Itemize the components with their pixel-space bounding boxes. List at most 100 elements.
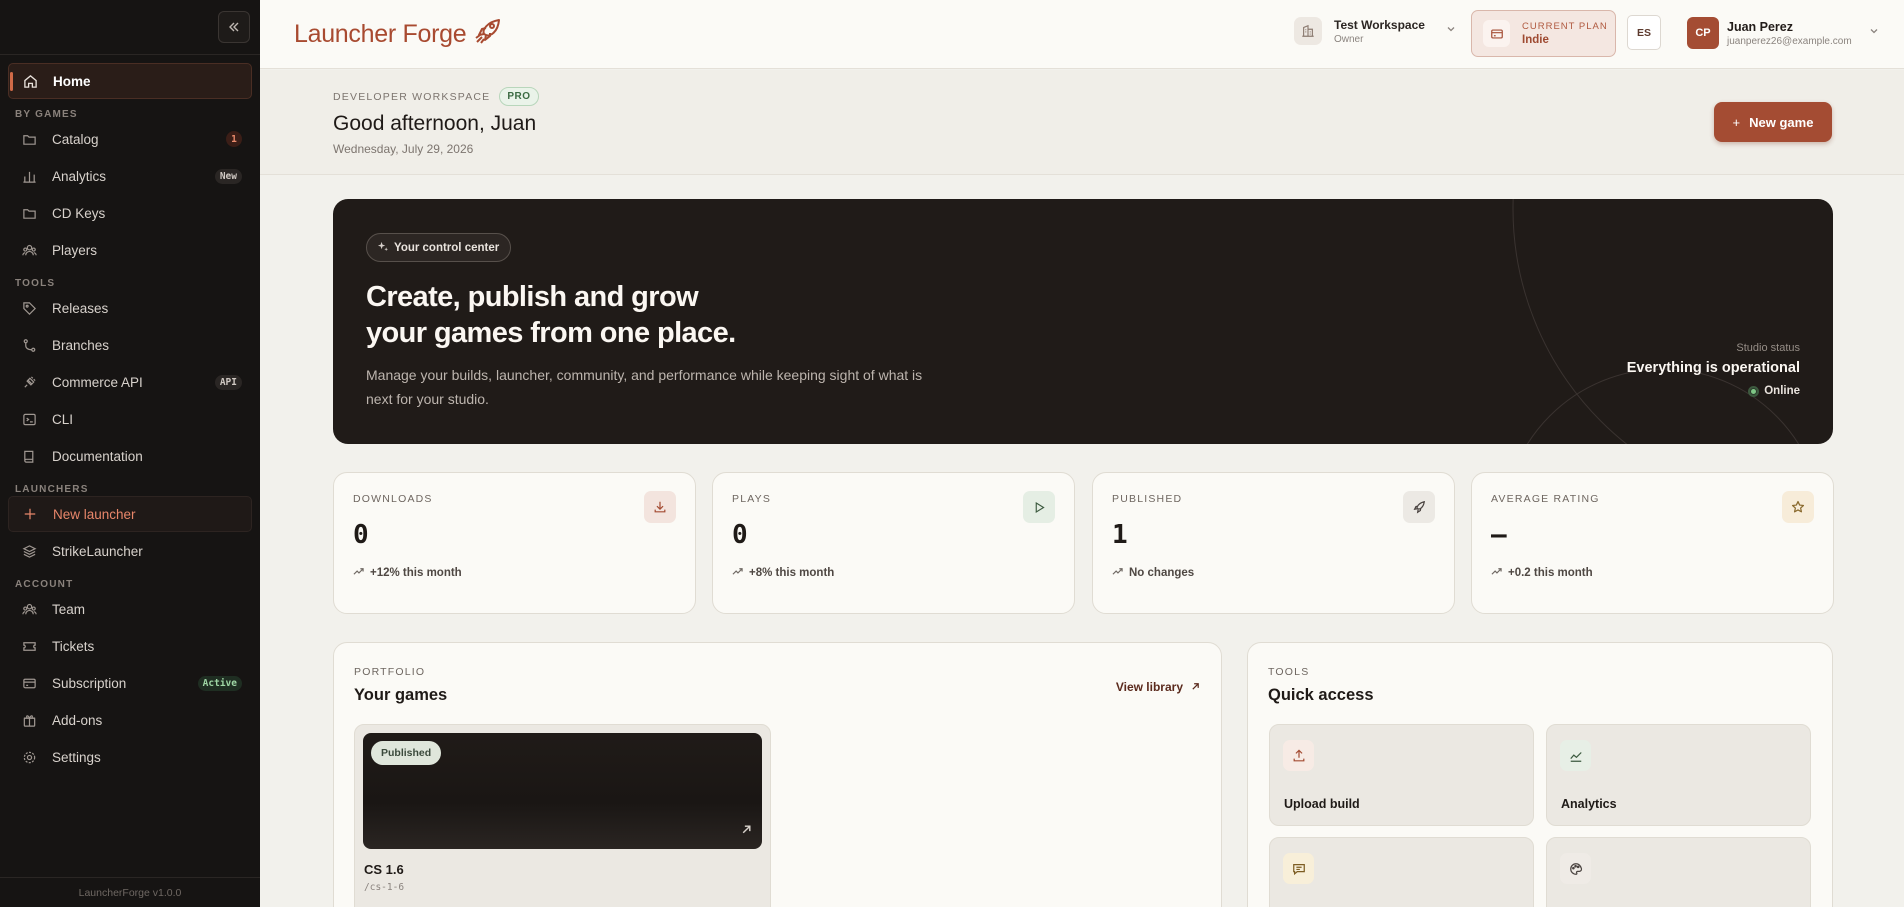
sidebar-item-label: Releases: [52, 300, 109, 316]
sidebar-item-subscription[interactable]: Subscription Active: [8, 665, 252, 701]
sidebar-section-launchers: LAUNCHERS: [15, 484, 89, 495]
arrow-up-right-icon[interactable]: [741, 822, 752, 840]
users-icon: [21, 601, 37, 617]
stat-value: 0: [353, 520, 369, 550]
status-badge: Published: [371, 741, 442, 765]
topbar: Launcher Forge Test Workspace Owner CURR…: [260, 0, 1904, 69]
sparkle-icon: [377, 241, 388, 255]
current-plan-button[interactable]: CURRENT PLAN Indie: [1471, 10, 1616, 57]
git-branch-icon: [21, 337, 37, 353]
control-center-chip: Your control center: [366, 233, 512, 262]
sidebar-item-home[interactable]: Home: [8, 63, 252, 99]
stat-value: —: [1491, 520, 1507, 550]
double-chevron-left-icon: [229, 22, 239, 32]
sidebar-item-settings[interactable]: Settings: [8, 739, 252, 775]
quick-access-upload-build[interactable]: Upload build: [1269, 724, 1534, 826]
quick-access-branding[interactable]: [1546, 837, 1811, 907]
hero-banner: Your control center Create, publish and …: [333, 199, 1833, 444]
new-game-label: New game: [1749, 114, 1814, 130]
sidebar-item-label: New launcher: [53, 506, 136, 522]
workspace-switcher[interactable]: Test Workspace Owner: [1294, 17, 1457, 45]
user-menu[interactable]: CP Juan Perez juanperez26@example.com: [1687, 17, 1880, 49]
chip-label: Your control center: [394, 241, 500, 254]
message-icon: [1283, 853, 1314, 884]
sidebar-item-catalog[interactable]: Catalog 1: [8, 121, 252, 157]
sidebar-item-tickets[interactable]: Tickets: [8, 628, 252, 664]
workspace-name: Test Workspace: [1334, 17, 1425, 32]
chevron-down-icon: [1868, 24, 1880, 42]
sidebar-item-documentation[interactable]: Documentation: [8, 438, 252, 474]
game-name: CS 1.6: [364, 862, 404, 877]
status-value: Everything is operational: [1626, 360, 1800, 376]
sidebar-item-label: StrikeLauncher: [52, 543, 143, 559]
hero-title-line-1: Create, publish and grow: [366, 281, 699, 313]
sidebar-item-label: Tickets: [52, 638, 95, 654]
trending-up-icon: [1112, 566, 1123, 580]
sidebar: Home BY GAMES Catalog 1 Analytics New CD…: [0, 0, 260, 907]
layers-icon: [21, 543, 37, 559]
logo[interactable]: Launcher Forge: [294, 16, 502, 53]
sidebar-item-new-launcher[interactable]: New launcher: [8, 496, 252, 532]
sidebar-item-label: Add-ons: [52, 712, 103, 728]
package-icon: [21, 712, 37, 728]
sidebar-header: [0, 0, 260, 55]
upload-icon: [1283, 740, 1314, 771]
user-name: Juan Perez: [1727, 19, 1794, 34]
quick-access-community[interactable]: [1269, 837, 1534, 907]
api-badge: API: [214, 374, 242, 390]
sidebar-section-tools: TOOLS: [15, 278, 56, 289]
rocket-icon: [1403, 491, 1435, 523]
sidebar-item-add-ons[interactable]: Add-ons: [8, 702, 252, 738]
plan-label: CURRENT PLAN: [1522, 21, 1608, 32]
stat-label: DOWNLOADS: [353, 493, 433, 505]
trending-up-icon: [732, 566, 743, 580]
play-icon: [1023, 491, 1055, 523]
users-icon: [21, 242, 37, 258]
stat-trend: No changes: [1129, 567, 1195, 579]
sidebar-item-analytics[interactable]: Analytics New: [8, 158, 252, 194]
hero-title-line-2: your games from one place.: [366, 317, 736, 349]
sidebar-item-commerce-api[interactable]: Commerce API API: [8, 364, 252, 400]
panel-title: Quick access: [1268, 686, 1374, 704]
stat-label: PLAYS: [732, 493, 772, 505]
stat-card-plays: PLAYS 0 +8% this month: [712, 472, 1075, 614]
new-badge: New: [214, 168, 242, 184]
sidebar-item-branches[interactable]: Branches: [8, 327, 252, 363]
page-header: DEVELOPER WORKSPACE PRO Good afternoon, …: [260, 70, 1904, 175]
panel-eyebrow: PORTFOLIO: [354, 666, 426, 678]
game-slug: /cs-1-6: [364, 882, 405, 893]
stat-card-published: PUBLISHED 1 No changes: [1092, 472, 1455, 614]
sidebar-item-releases[interactable]: Releases: [8, 290, 252, 326]
workspace-eyebrow: DEVELOPER WORKSPACE: [333, 90, 491, 103]
stat-trend: +12% this month: [370, 567, 462, 579]
new-game-button[interactable]: + New game: [1714, 102, 1832, 142]
stat-value: 1: [1112, 520, 1128, 550]
plus-icon: [22, 506, 38, 522]
language-button[interactable]: ES: [1627, 15, 1661, 50]
sidebar-item-strikelauncher[interactable]: StrikeLauncher: [8, 533, 252, 569]
sidebar-item-team[interactable]: Team: [8, 591, 252, 627]
game-card[interactable]: Published CS 1.6 /cs-1-6: [354, 724, 771, 907]
sidebar-item-label: CD Keys: [52, 205, 106, 221]
view-library-link[interactable]: View library: [1116, 680, 1200, 694]
arrow-up-right-icon: [1191, 680, 1200, 694]
current-date: Wednesday, July 29, 2026: [333, 142, 474, 156]
rocket-logo-icon: [472, 16, 502, 53]
sidebar-item-label: Branches: [52, 337, 110, 353]
sidebar-item-label: Analytics: [52, 168, 107, 184]
quick-access-analytics[interactable]: Analytics: [1546, 724, 1811, 826]
user-email: juanperez26@example.com: [1727, 35, 1852, 47]
hero-title: Create, publish and grow your games from…: [366, 279, 866, 351]
sidebar-item-cli[interactable]: CLI: [8, 401, 252, 437]
sidebar-item-label: CLI: [52, 411, 74, 427]
sidebar-item-label: Subscription: [52, 675, 127, 691]
sidebar-item-players[interactable]: Players: [8, 232, 252, 268]
plug-icon: [21, 374, 37, 390]
palette-icon: [1560, 853, 1591, 884]
collapse-sidebar-button[interactable]: [218, 11, 250, 43]
chart-icon: [1560, 740, 1591, 771]
credit-card-icon: [1483, 20, 1510, 47]
workspace-role: Owner: [1334, 33, 1364, 45]
sidebar-item-cd-keys[interactable]: CD Keys: [8, 195, 252, 231]
folder-icon: [21, 205, 37, 221]
